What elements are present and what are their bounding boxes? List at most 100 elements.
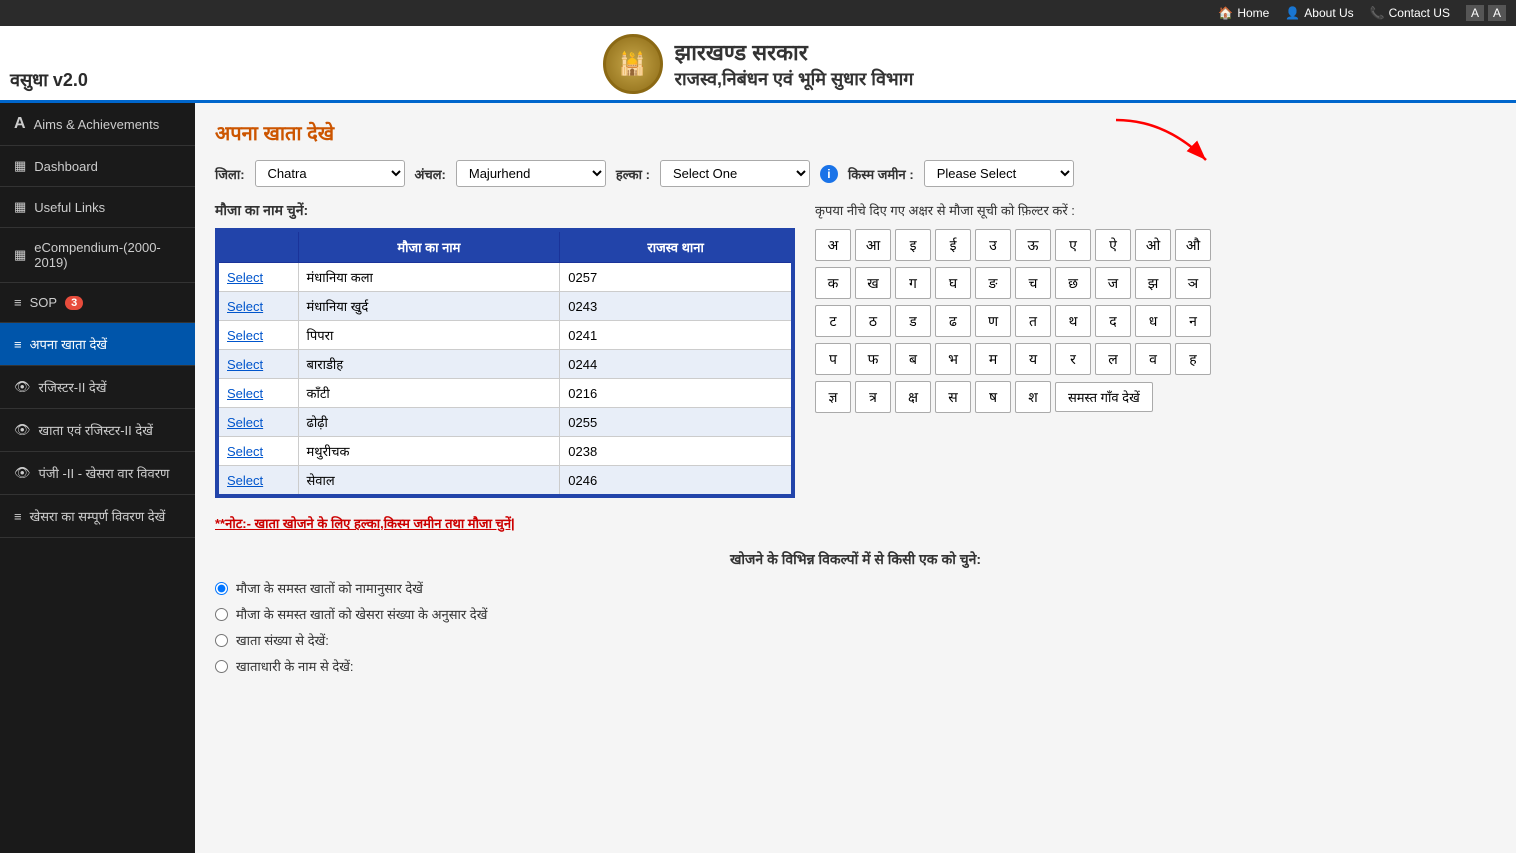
alpha-filter-btn[interactable]: क्ष: [895, 381, 931, 413]
alpha-filter-btn[interactable]: ट: [815, 305, 851, 337]
alpha-filter-btn[interactable]: न: [1175, 305, 1211, 337]
alpha-filter-btn[interactable]: र: [1055, 343, 1091, 375]
mauza-heading: मौजा का नाम चुनें:: [215, 201, 795, 220]
kism-select[interactable]: Please Select: [924, 160, 1074, 187]
alpha-filter-btn[interactable]: ड: [895, 305, 931, 337]
alpha-filter-btn[interactable]: त: [1015, 305, 1051, 337]
contact-icon: 📞: [1370, 6, 1385, 20]
alpha-filter-btn[interactable]: ह: [1175, 343, 1211, 375]
alpha-filter-btn[interactable]: ई: [935, 229, 971, 261]
font-size-medium-btn[interactable]: A: [1488, 5, 1506, 21]
alpha-row: अआइईउऊएऐओऔ: [815, 229, 1496, 261]
alpha-filter-btn[interactable]: अ: [815, 229, 851, 261]
alpha-filter-btn[interactable]: आ: [855, 229, 891, 261]
alpha-filter-btn[interactable]: ऊ: [1015, 229, 1051, 261]
alpha-filter-btn[interactable]: ज्ञ: [815, 381, 851, 413]
info-icon[interactable]: i: [820, 165, 838, 183]
select-cell[interactable]: Select: [218, 292, 298, 321]
alpha-filter-btn[interactable]: झ: [1135, 267, 1171, 299]
alpha-filter-btn[interactable]: ज: [1095, 267, 1131, 299]
red-arrow-indicator: [1106, 110, 1226, 170]
halka-select[interactable]: Select One: [660, 160, 810, 187]
select-cell[interactable]: Select: [218, 408, 298, 437]
select-cell[interactable]: Select: [218, 263, 298, 292]
table-row: Select पिपरा 0241: [218, 321, 792, 350]
alpha-filter-btn[interactable]: श: [1015, 381, 1051, 413]
anchal-select[interactable]: Majurhend: [456, 160, 606, 187]
alpha-filter-btn[interactable]: व: [1135, 343, 1171, 375]
samast-btn[interactable]: समस्त गाँव देखें: [1055, 382, 1153, 412]
alpha-filter-btn[interactable]: ख: [855, 267, 891, 299]
radio-input-opt1[interactable]: [215, 582, 228, 595]
sidebar-item-sop[interactable]: ≡ SOP 3: [0, 283, 195, 323]
radio-input-opt2[interactable]: [215, 608, 228, 621]
alpha-filter-btn[interactable]: छ: [1055, 267, 1091, 299]
alpha-filter-btn[interactable]: य: [1015, 343, 1051, 375]
alpha-filter-btn[interactable]: ल: [1095, 343, 1131, 375]
sidebar-item-ecompendium[interactable]: ▦ eCompendium-(2000-2019): [0, 228, 195, 283]
alpha-filter-btn[interactable]: ण: [975, 305, 1011, 337]
mauza-name-cell: मंधानिया कला: [298, 263, 560, 292]
alpha-filter-btn[interactable]: क: [815, 267, 851, 299]
radio-input-opt4[interactable]: [215, 660, 228, 673]
alpha-filter-btn[interactable]: फ: [855, 343, 891, 375]
sidebar-item-apna-khata[interactable]: ≡ अपना खाता देखें: [0, 323, 195, 366]
select-cell[interactable]: Select: [218, 350, 298, 379]
filter-row: जिला: Chatra अंचल: Majurhend हल्का : Sel…: [215, 160, 1496, 187]
alpha-filter-btn[interactable]: च: [1015, 267, 1051, 299]
about-link[interactable]: 👤 About Us: [1285, 6, 1353, 20]
alpha-filter-btn[interactable]: ऐ: [1095, 229, 1131, 261]
alpha-filter-btn[interactable]: त्र: [855, 381, 891, 413]
table-area: मौजा का नाम चुनें: मौजा का नाम राजस्व था…: [215, 201, 795, 498]
alpha-filter-btn[interactable]: घ: [935, 267, 971, 299]
sidebar-item-panji2[interactable]: 👁 पंजी -II - खेसरा वार विवरण: [0, 452, 195, 495]
sidebar-item-register2[interactable]: 👁 रजिस्टर-II देखें: [0, 366, 195, 409]
alpha-filter-btn[interactable]: ए: [1055, 229, 1091, 261]
alpha-filter-btn[interactable]: भ: [935, 343, 971, 375]
alpha-row: पफबभमयरलवह: [815, 343, 1496, 375]
alpha-grid-container: अआइईउऊएऐओऔ कखगघङचछजझञ टठडढणतथदधन पफबभमयरलवह: [815, 229, 1496, 375]
table-scroll[interactable]: मौजा का नाम राजस्व थाना Select मंधानिया …: [215, 228, 795, 498]
jila-select[interactable]: Chatra: [255, 160, 405, 187]
mauza-name-cell: मंधानिया खुर्द: [298, 292, 560, 321]
alpha-filter-btn[interactable]: स: [935, 381, 971, 413]
sop-icon: ≡: [14, 295, 22, 310]
contact-link[interactable]: 📞 Contact US: [1370, 6, 1450, 20]
sidebar-item-dashboard[interactable]: ▦ Dashboard: [0, 146, 195, 187]
thana-cell: 0238: [560, 437, 792, 466]
alpha-filter-btn[interactable]: ञ: [1175, 267, 1211, 299]
thana-cell: 0241: [560, 321, 792, 350]
alpha-filter-btn[interactable]: ङ: [975, 267, 1011, 299]
alpha-filter-btn[interactable]: द: [1095, 305, 1131, 337]
alpha-filter-btn[interactable]: ब: [895, 343, 931, 375]
thana-cell: 0246: [560, 466, 792, 496]
alpha-filter-btn[interactable]: औ: [1175, 229, 1211, 261]
select-cell[interactable]: Select: [218, 437, 298, 466]
header-subtitle: राजस्व,निबंधन एवं भूमि सुधार विभाग: [675, 67, 914, 91]
alpha-filter-btn[interactable]: प: [815, 343, 851, 375]
alpha-filter-btn[interactable]: ष: [975, 381, 1011, 413]
alpha-filter-btn[interactable]: म: [975, 343, 1011, 375]
halka-label: हल्का :: [616, 165, 650, 183]
select-cell[interactable]: Select: [218, 379, 298, 408]
radio-input-opt3[interactable]: [215, 634, 228, 647]
alpha-filter-btn[interactable]: ग: [895, 267, 931, 299]
alpha-filter-btn[interactable]: थ: [1055, 305, 1091, 337]
alpha-filter-btn[interactable]: इ: [895, 229, 931, 261]
alpha-filter-btn[interactable]: ध: [1135, 305, 1171, 337]
alpha-filter-btn[interactable]: ठ: [855, 305, 891, 337]
alpha-heading: कृपया नीचे दिए गए अक्षर से मौजा सूची को …: [815, 201, 1496, 219]
font-size-large-btn[interactable]: A: [1466, 5, 1484, 21]
alpha-filter-btn[interactable]: ढ: [935, 305, 971, 337]
sidebar-item-khesra[interactable]: ≡ खेसरा का सम्पूर्ण विवरण देखें: [0, 495, 195, 538]
alpha-filter-btn[interactable]: उ: [975, 229, 1011, 261]
select-cell[interactable]: Select: [218, 466, 298, 496]
home-link[interactable]: 🏠 Home: [1218, 6, 1269, 20]
alpha-filter-btn[interactable]: ओ: [1135, 229, 1171, 261]
last-alpha-row: ज्ञत्रक्षसषश समस्त गाँव देखें: [815, 381, 1496, 413]
mauza-name-cell: पिपरा: [298, 321, 560, 350]
select-cell[interactable]: Select: [218, 321, 298, 350]
sidebar-item-aims[interactable]: A Aims & Achievements: [0, 103, 195, 146]
sidebar-item-khata-register2[interactable]: 👁 खाता एवं रजिस्टर-II देखें: [0, 409, 195, 452]
sidebar-item-useful-links[interactable]: ▦ Useful Links: [0, 187, 195, 228]
